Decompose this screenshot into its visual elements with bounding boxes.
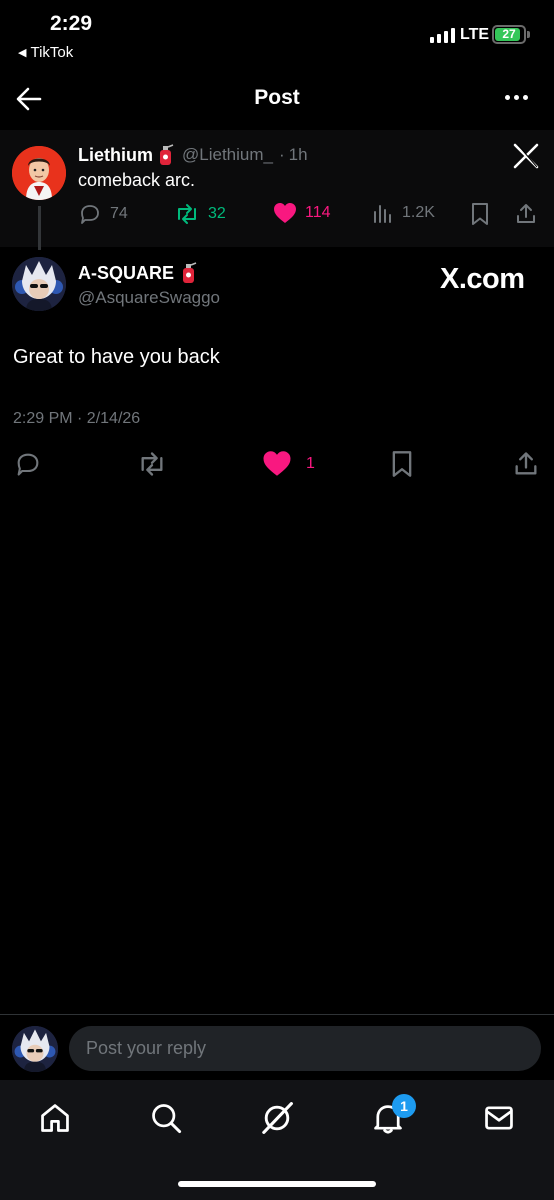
quoted-action-bar: 74 32 114 1.2K [78,202,548,230]
reply-action[interactable]: 74 [78,202,128,226]
post-text: Great to have you back [13,346,220,368]
nav-search[interactable] [146,1098,186,1138]
nav-home[interactable] [35,1098,75,1138]
reply-icon [81,205,99,224]
heart-icon [274,203,296,223]
views-count: 1.2K [402,204,435,221]
signal-strength-icon [430,28,455,43]
more-button[interactable] [505,95,528,100]
fire-extinguisher-icon [183,262,197,283]
thread-line [38,206,41,250]
share-action[interactable] [512,450,540,478]
x-logo-icon [513,143,539,169]
post-header: Post [0,72,554,128]
reply-icon [17,453,39,476]
quoted-author-row: Liethium @Liethium_ · 1h [78,144,308,166]
page-title: Post [254,86,300,109]
search-icon [152,1104,182,1134]
grok-icon [262,1102,293,1134]
like-count: 1 [306,454,315,472]
share-icon [515,452,537,475]
x-com-watermark: X.com [440,263,525,295]
quoted-post-text: comeback arc. [78,170,196,190]
separator-dot: · [278,145,285,164]
repost-count: 32 [208,205,226,222]
avatar[interactable] [12,146,66,200]
share-action[interactable] [514,202,538,226]
reply-action[interactable] [14,450,42,478]
views-icon [374,205,391,223]
repost-action[interactable]: 32 [174,202,226,226]
status-time: 2:29 [50,12,93,35]
home-indicator[interactable] [178,1181,376,1187]
fire-extinguisher-icon [160,144,174,165]
quoted-post[interactable]: Liethium @Liethium_ · 1h comeback arc. 7… [0,130,554,247]
share-icon [517,204,535,223]
x-logo-button[interactable] [513,143,539,169]
quoted-author-name[interactable]: Liethium [78,145,153,166]
nav-grok[interactable] [257,1098,297,1138]
avatar-illustration [12,1026,58,1072]
avatar[interactable] [12,257,66,311]
repost-icon [178,204,196,224]
bookmark-action[interactable] [470,202,490,226]
post-action-bar: 1 [0,450,554,484]
post-timestamp: 2:29 PM · 2/14/26 [13,410,141,427]
network-type: LTE [460,26,490,43]
back-to-app-link[interactable]: ◀ TikTok [18,44,73,61]
battery-percent: 27 [502,27,516,41]
more-icon [505,95,510,100]
heart-icon [263,451,291,476]
repost-icon [141,452,163,476]
home-icon [41,1104,69,1132]
author-name[interactable]: A-SQUARE [78,263,174,284]
author-handle[interactable]: @AsquareSwaggo [78,288,220,308]
back-app-label: TikTok [30,44,74,61]
like-action[interactable]: 1 [262,450,315,477]
battery-icon: 27 [492,25,526,44]
like-action[interactable]: 114 [273,202,331,224]
reply-bar [0,1014,554,1080]
repost-action[interactable] [136,450,168,478]
bookmark-icon [472,203,488,225]
views-action[interactable]: 1.2K [372,202,435,224]
reply-count: 74 [110,205,128,222]
nav-messages[interactable] [479,1098,519,1138]
avatar-illustration [12,257,66,311]
bookmark-icon [392,451,412,477]
notification-badge: 1 [392,1094,416,1118]
back-triangle-icon: ◀ [18,47,27,59]
bookmark-action[interactable] [390,450,414,478]
avatar-illustration [12,146,66,200]
author-row: A-SQUARE [78,262,198,284]
quoted-author-handle[interactable]: @Liethium_ [182,145,273,165]
mail-icon [485,1106,513,1130]
like-count: 114 [305,204,331,221]
post-age: 1h [288,145,308,164]
avatar [12,1026,58,1072]
reply-input[interactable] [69,1026,541,1071]
battery-cap [527,31,530,38]
status-bar: 2:29 ◀ TikTok LTE 27 [0,0,554,70]
